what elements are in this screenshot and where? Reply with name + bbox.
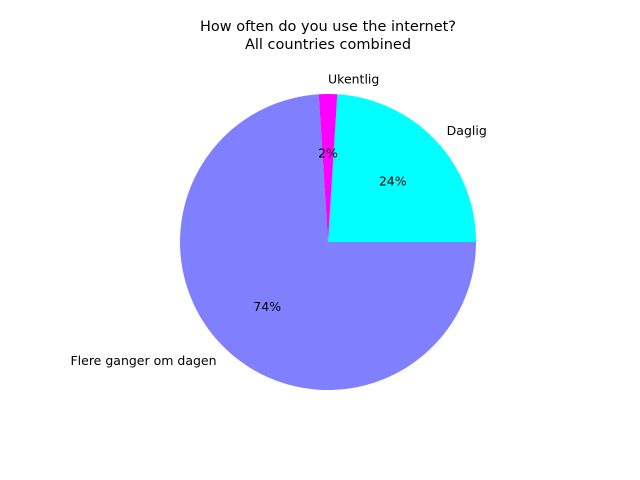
- pie-slice-daglig: [328, 94, 476, 243]
- chart-title: How often do you use the internet?: [200, 19, 456, 35]
- pie-chart: How often do you use the internet? All c…: [70, 19, 487, 390]
- slice-label-flere-ganger-om-dagen: Flere ganger om dagen: [70, 353, 216, 368]
- pie-slices: [180, 93, 476, 390]
- slice-percent-ukentlig: 2%: [318, 146, 338, 161]
- chart-subtitle: All countries combined: [245, 37, 411, 53]
- chart-figure: How often do you use the internet? All c…: [0, 0, 640, 480]
- slice-percent-daglig: 24%: [379, 174, 407, 189]
- slice-label-ukentlig: Ukentlig: [328, 72, 379, 87]
- slice-label-daglig: Daglig: [447, 123, 487, 138]
- slice-percent-flere-ganger-om-dagen: 74%: [253, 299, 281, 314]
